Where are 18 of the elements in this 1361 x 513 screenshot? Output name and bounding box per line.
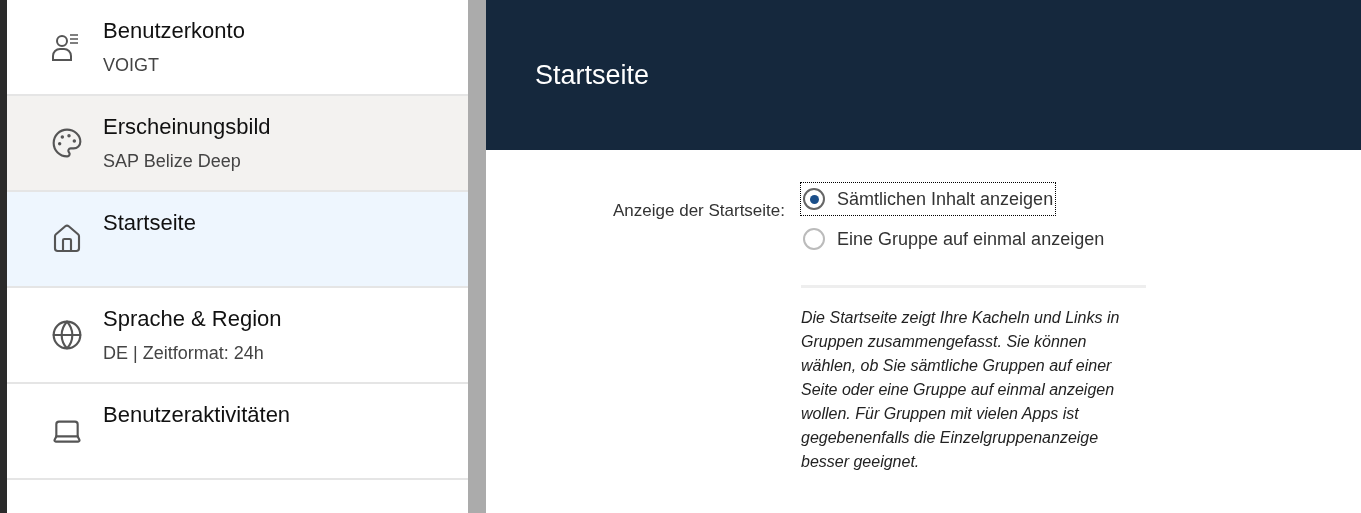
field-label: Anzeige der Startseite: xyxy=(613,200,785,222)
item-title: Sprache & Region xyxy=(103,306,282,332)
radio-option[interactable]: Eine Gruppe auf einmal anzeigen xyxy=(801,223,1107,255)
item-title: Startseite xyxy=(103,210,196,236)
item-subtitle: DE | Zeitformat: 24h xyxy=(103,342,265,364)
item-title: Benutzerkonto xyxy=(103,18,245,44)
globe-icon xyxy=(50,319,83,351)
item-subtitle: VOIGT xyxy=(103,54,160,76)
item-title: Erscheinungsbild xyxy=(103,114,271,140)
item-subtitle: SAP Belize Deep xyxy=(103,150,242,172)
radio-option[interactable]: Sämtlichen Inhalt anzeigen xyxy=(801,183,1056,215)
palette-icon xyxy=(50,127,83,159)
sidebar-item[interactable]: Erscheinungsbild SAP Belize Deep xyxy=(7,96,468,192)
page-title: Startseite xyxy=(535,58,650,92)
description-text: Die Startseite zeigt Ihre Kacheln und Links in Gruppen zusammengefasst. Sie können wählen, ob Sie sämtliche Gruppen auf einer Seite oder eine Gruppe auf einmal anzeigen wollen. Für Gruppen mit vielen Apps ist gegebenenfalls die Einzelgruppenanzeige besser geeignet. xyxy=(801,308,1121,472)
item-title: Benutzeraktivitäten xyxy=(103,402,291,428)
scrollbar[interactable] xyxy=(468,0,486,513)
sidebar-item[interactable]: Startseite xyxy=(7,192,468,288)
